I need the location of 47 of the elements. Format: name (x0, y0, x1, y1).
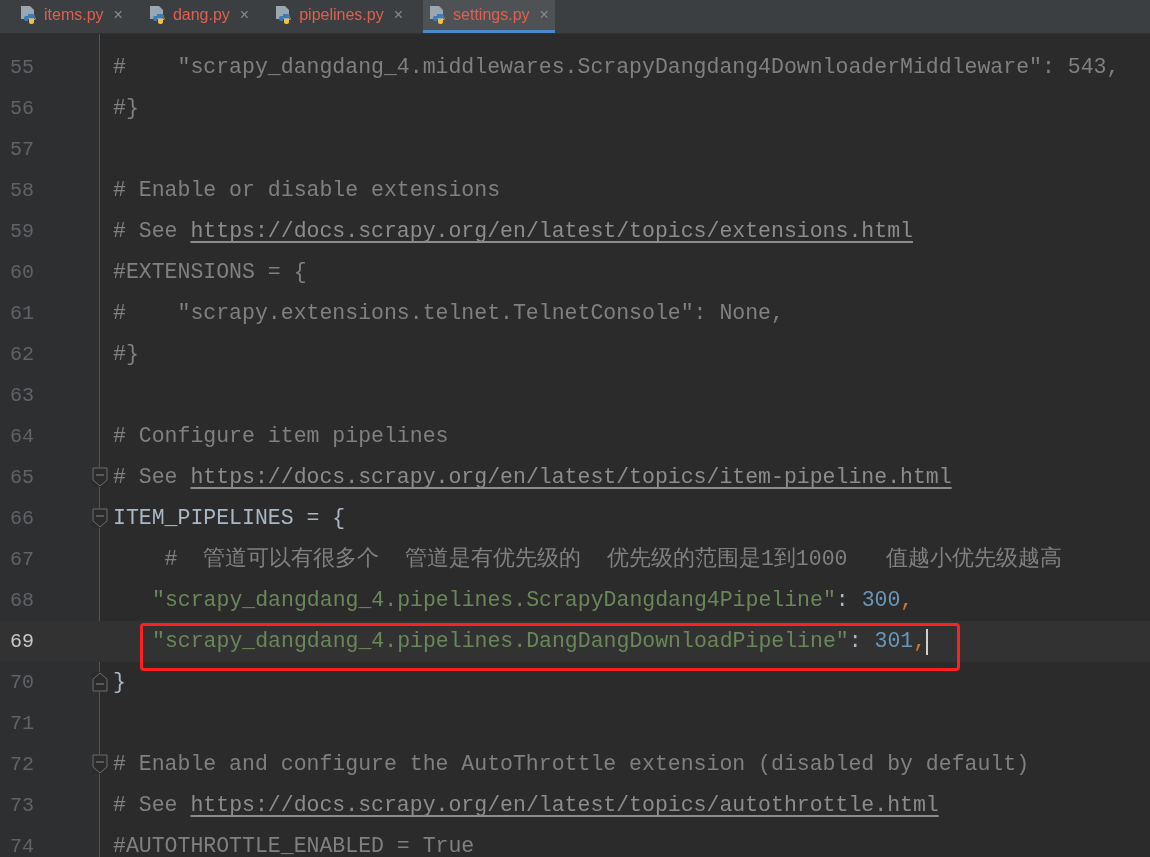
fold-marker-icon[interactable] (92, 672, 108, 692)
code-comma: , (913, 628, 927, 656)
python-file-icon (20, 5, 38, 25)
code-comment: #} (113, 95, 139, 123)
python-file-icon (148, 5, 167, 25)
code-comment: # Enable and configure the AutoThrottle extension (disabled by default) (113, 751, 1030, 779)
file-tab[interactable]: dang.py × (142, 0, 256, 33)
file-tab[interactable]: items.py × (14, 0, 129, 33)
code-comment: # Configure item pipelines (113, 423, 449, 451)
code-comma: , (900, 587, 914, 615)
code-text: } (113, 669, 126, 697)
link[interactable]: https://docs.scrapy.org/en/latest/topics/item-pipeline.html (190, 461, 952, 494)
code-string: "scrapy_dangdang_4.pipelines.ScrapyDangdang4Pipeline" (152, 587, 836, 615)
code-comment: # See (113, 792, 179, 820)
close-icon[interactable]: × (539, 3, 549, 27)
code-comment: # "scrapy_dangdang_4.middlewares.ScrapyDangdang4DownloaderMiddleware": 543, (113, 54, 1120, 82)
code-comment: #AUTOTHROTTLE_ENABLED = True (113, 833, 475, 857)
code-comment: #EXTENSIONS = { (113, 259, 307, 287)
code-comment: #} (113, 341, 139, 369)
tab-label: dang.py (172, 5, 230, 25)
tab-label: pipelines.py (299, 5, 384, 25)
code-text: : (835, 587, 850, 615)
tab-label: settings.py (453, 5, 530, 25)
code-string: "scrapy_dangdang_4.pipelines.DangDangDownloadPipeline" (152, 628, 849, 656)
close-icon[interactable]: × (393, 3, 404, 27)
close-icon[interactable]: × (113, 3, 123, 27)
code-comment: # Enable or disable extensions (113, 177, 501, 205)
code-comment: # See (113, 464, 179, 492)
tab-label: items.py (44, 5, 104, 25)
code-text: ITEM_PIPELINES = { (113, 505, 346, 533)
link[interactable]: https://docs.scrapy.org/en/latest/topics/extensions.html (190, 215, 913, 248)
link[interactable]: https://docs.scrapy.org/en/latest/topics/autothrottle.html (190, 789, 939, 822)
code-comment: # 管道可以有很多个 管道是有优先级的 优先级的范围是1到1000 值越小优先级越高 (163, 545, 1063, 574)
fold-marker-icon[interactable] (92, 467, 108, 487)
fold-marker-icon[interactable] (92, 508, 108, 528)
file-tab[interactable]: settings.py × (423, 0, 555, 33)
line-number: 69 (9, 628, 35, 655)
code-number: 301 (874, 628, 914, 656)
python-file-icon (429, 5, 448, 25)
code-text: : (848, 628, 863, 656)
code-comment: # "scrapy.extensions.telnet.TelnetConsole": None, (113, 300, 784, 328)
close-icon[interactable]: × (239, 3, 250, 27)
fold-marker-icon[interactable] (92, 754, 108, 774)
code-comment: # See (113, 218, 179, 246)
python-file-icon (275, 5, 294, 25)
file-tab[interactable]: pipelines.py × (269, 0, 410, 33)
code-number: 300 (861, 587, 901, 615)
